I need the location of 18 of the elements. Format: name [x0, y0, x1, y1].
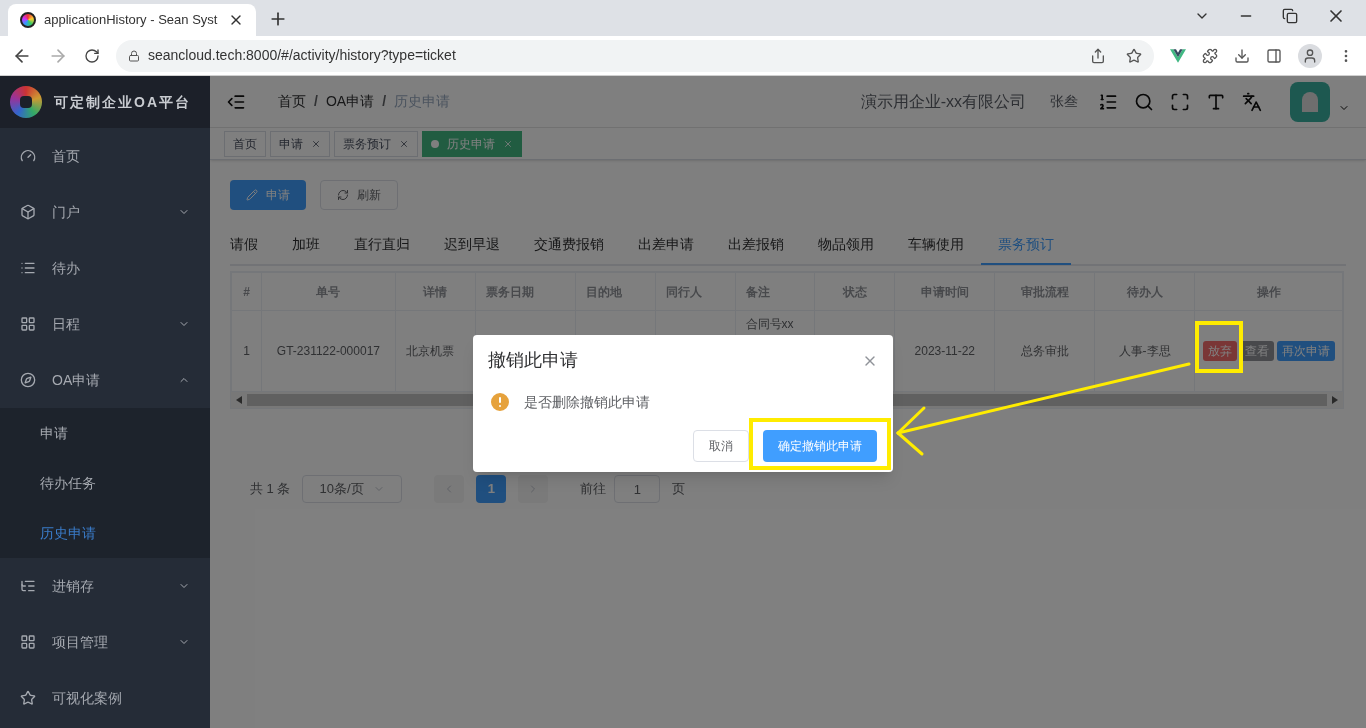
tab-title: applicationHistory - Sean Syst [44, 11, 218, 30]
table-cell: GT-231122-000017 [261, 310, 396, 392]
table-cell: 总务审批 [994, 310, 1095, 392]
table-cell: 2023-11-22 [894, 310, 995, 392]
breadcrumb-separator: / [314, 92, 318, 111]
total-count: 共 1 条 [250, 480, 291, 499]
page-suffix: 页 [672, 480, 686, 499]
app-name: 可定制企业OA平台 [54, 92, 191, 112]
url-text: seancloud.tech:8000/#/activity/history?type=ticket [148, 46, 456, 65]
table-cell: 1 [231, 310, 262, 392]
company-name: 演示用企业-xx有限公司 [860, 91, 1026, 112]
breadcrumb-separator: / [382, 92, 386, 111]
user-name: 张叁 [1050, 92, 1078, 111]
column-header: # [231, 272, 262, 311]
goto-label: 前往 [580, 480, 607, 499]
dialog-message: 是否删除撤销此申请 [524, 392, 650, 412]
dialog-title: 撤销此申请 [488, 349, 578, 372]
table-cell: 人事-李思 [1094, 310, 1195, 392]
